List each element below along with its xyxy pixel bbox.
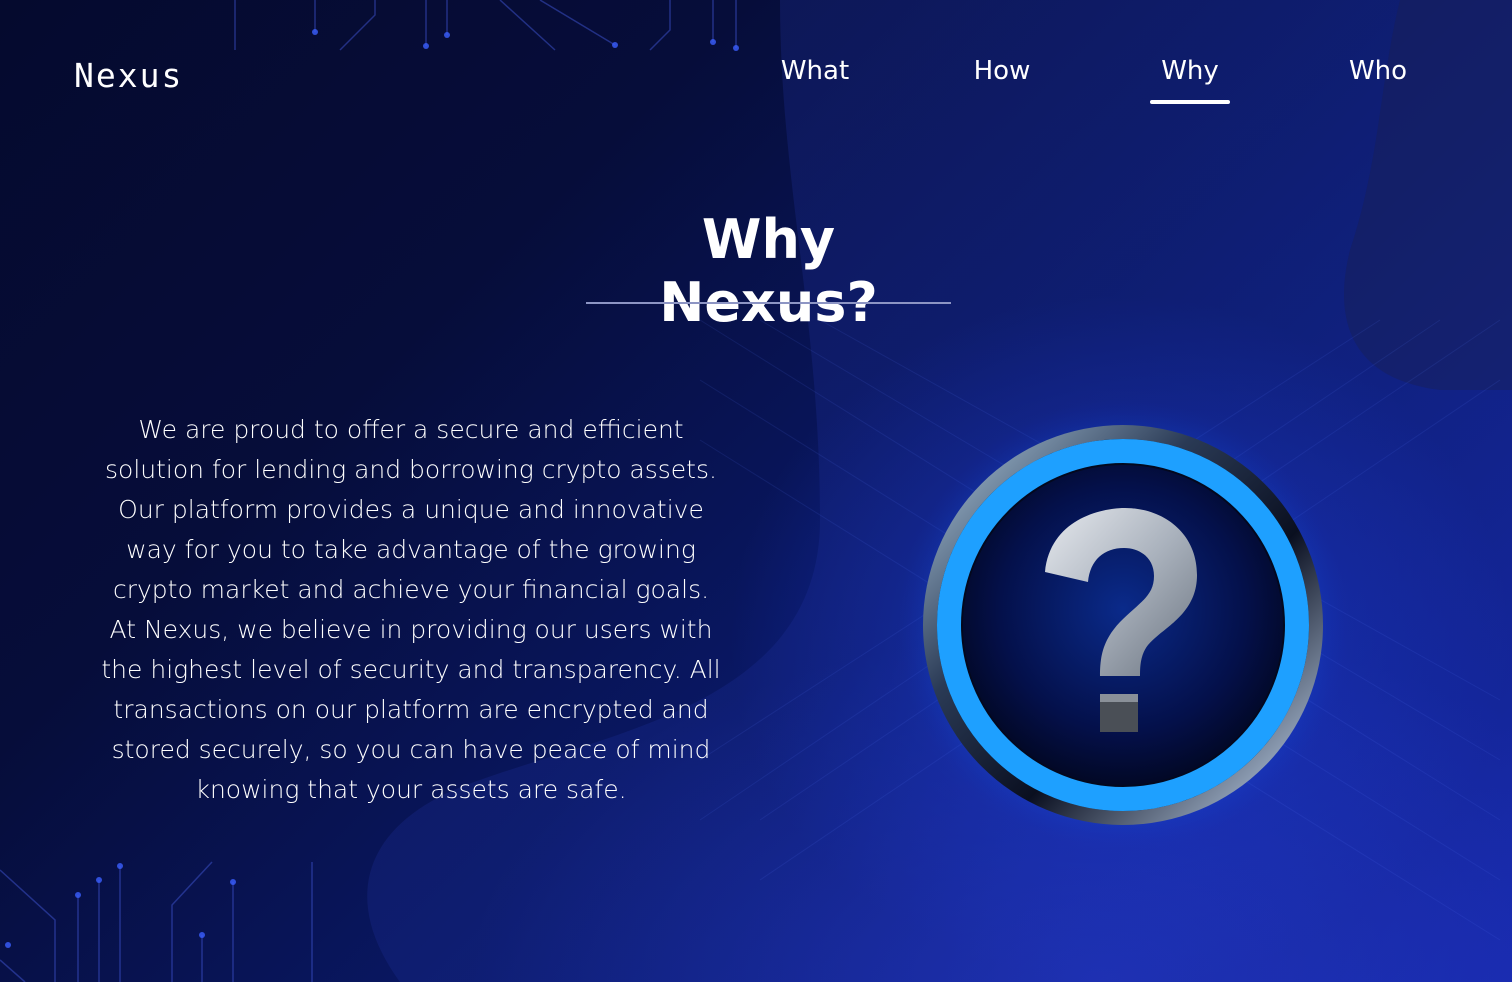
brand-logo[interactable]: Nexus (74, 56, 183, 95)
section-title: Why Nexus? (659, 208, 878, 334)
top-nav: What How Why Who (740, 56, 1460, 106)
nav-item-what[interactable]: What (755, 56, 875, 86)
circuit-lines-top (234, 0, 737, 51)
section-body: We are proud to offer a secure and effic… (96, 410, 726, 810)
body-paragraph-2: At Nexus, we believe in providing our us… (101, 615, 721, 804)
body-paragraph-1: We are proud to offer a secure and effic… (105, 415, 717, 604)
question-mark-icon (900, 400, 1348, 850)
circuit-lines-bottom (0, 861, 313, 982)
nav-item-why[interactable]: Why (1130, 56, 1250, 104)
title-divider (586, 302, 951, 304)
nav-item-how[interactable]: How (942, 56, 1062, 86)
nav-item-who[interactable]: Who (1318, 56, 1438, 86)
